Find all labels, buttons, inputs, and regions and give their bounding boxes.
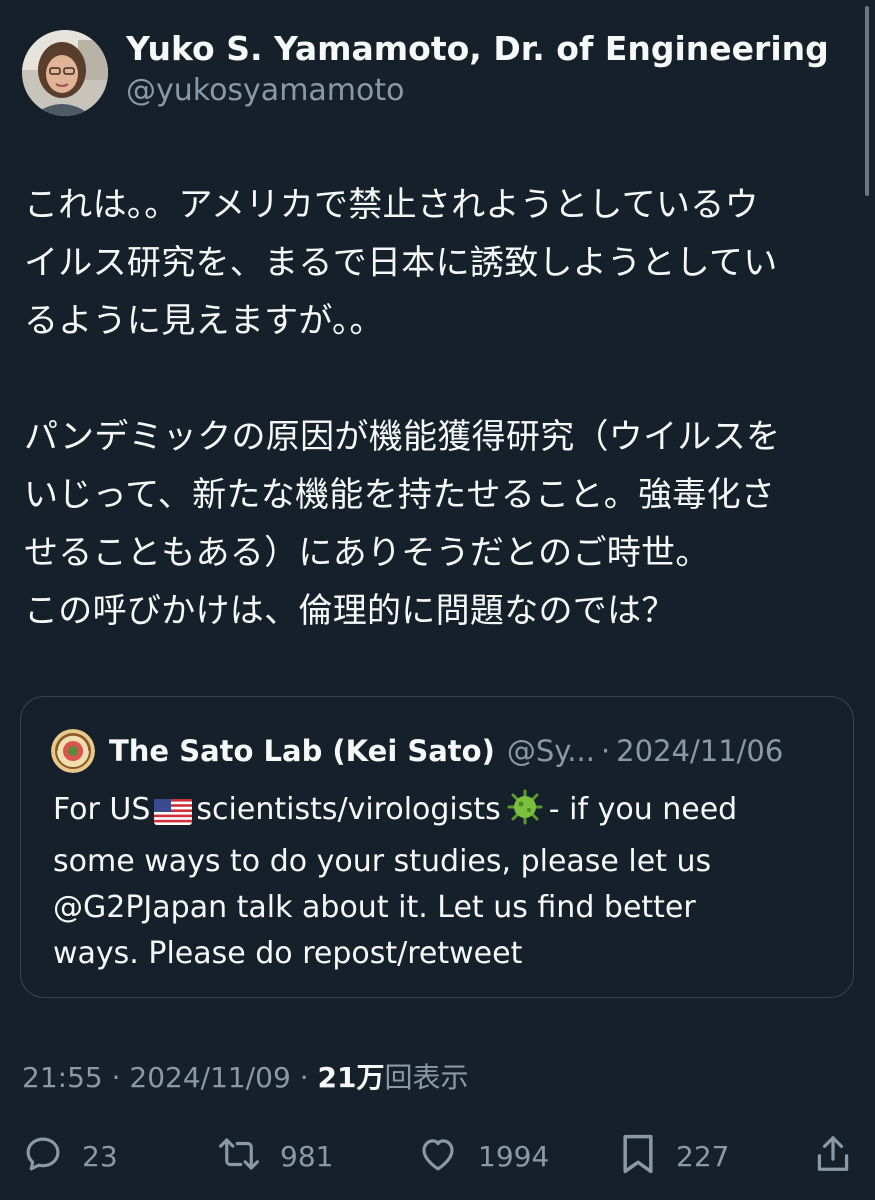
meta-separator: · xyxy=(111,1061,121,1094)
reply-icon xyxy=(22,1133,64,1179)
bookmark-button[interactable]: 227 xyxy=(618,1128,729,1184)
bookmark-icon xyxy=(618,1132,658,1180)
action-bar: 23 981 1994 227 xyxy=(0,1128,875,1184)
repost-button[interactable]: 981 xyxy=(216,1128,333,1184)
us-flag-icon xyxy=(154,793,193,839)
meta-separator: · xyxy=(299,1061,309,1094)
quoted-line: some ways to do your studies, please let… xyxy=(53,844,712,879)
reply-count: 23 xyxy=(82,1139,118,1173)
view-label: 回表示 xyxy=(384,1061,469,1094)
tweet-line: るように見えますが。。 xyxy=(24,301,384,341)
tweet-line: いじって、新たな機能を持たせること。強毒化さ xyxy=(24,475,776,515)
reply-button[interactable]: 23 xyxy=(22,1128,118,1184)
quoted-line: For US scientists/virologists - if you n… xyxy=(53,787,843,839)
quoted-line: ways. Please do repost/retweet xyxy=(53,936,523,971)
repost-icon xyxy=(216,1133,262,1179)
quoted-date[interactable]: 2024/11/06 xyxy=(616,734,783,768)
repost-count: 981 xyxy=(280,1139,334,1173)
tweet-text: これは。。アメリカで禁止されようとしているウ イルス研究を、まるで日本に誘致しよ… xyxy=(24,176,854,640)
author-info: Yuko S. Yamamoto, Dr. of Engineering @yu… xyxy=(126,27,829,111)
scrollbar[interactable] xyxy=(865,6,869,196)
quoted-text-segment: - if you need xyxy=(548,792,738,827)
tweet-meta: 21:55 · 2024/11/09 · 21万回表示 xyxy=(22,1056,469,1096)
share-icon xyxy=(816,1133,850,1179)
tweet-line: イルス研究を、まるで日本に誘致しようとしてい xyxy=(24,243,778,283)
share-button[interactable] xyxy=(816,1128,850,1184)
tweet-date[interactable]: 2024/11/09 xyxy=(129,1061,290,1094)
quoted-text-segment: scientists/virologists xyxy=(196,792,501,827)
quoted-text-segment: For US xyxy=(53,792,151,827)
tweet-line: これは。。アメリカで禁止されようとしているウ xyxy=(24,185,759,225)
tweet-header: Yuko S. Yamamoto, Dr. of Engineering @yu… xyxy=(22,27,829,116)
quoted-line: @G2PJapan talk about it. Let us find bet… xyxy=(53,890,696,925)
quoted-tweet-header: The Sato Lab (Kei Sato) @Sy... · 2024/11… xyxy=(51,729,783,773)
quoted-author-avatar[interactable] xyxy=(51,729,95,773)
author-name[interactable]: Yuko S. Yamamoto, Dr. of Engineering xyxy=(126,27,829,71)
quoted-author-handle[interactable]: @Sy... xyxy=(507,734,595,768)
microbe-icon xyxy=(505,789,545,839)
tweet-line: せることもある）にありそうだとのご時世。 xyxy=(24,533,710,573)
view-count: 21万 xyxy=(317,1061,385,1094)
quoted-author-name[interactable]: The Sato Lab (Kei Sato) xyxy=(109,734,495,768)
quoted-separator: · xyxy=(600,734,611,768)
tweet-line: この呼びかけは、倫理的に問題なのでは？ xyxy=(24,591,676,631)
quoted-tweet[interactable]: The Sato Lab (Kei Sato) @Sy... · 2024/11… xyxy=(20,696,854,998)
tweet-time[interactable]: 21:55 xyxy=(22,1061,103,1094)
bookmark-count: 227 xyxy=(676,1139,730,1173)
like-count: 1994 xyxy=(478,1139,550,1173)
like-button[interactable]: 1994 xyxy=(416,1128,549,1184)
tweet-line: パンデミックの原因が機能獲得研究（ウイルスを xyxy=(24,417,781,457)
quoted-tweet-text: For US scientists/virologists - if you n… xyxy=(53,787,843,977)
author-avatar[interactable] xyxy=(22,30,108,116)
heart-icon xyxy=(416,1133,460,1179)
author-handle[interactable]: @yukosyamamoto xyxy=(126,71,829,111)
